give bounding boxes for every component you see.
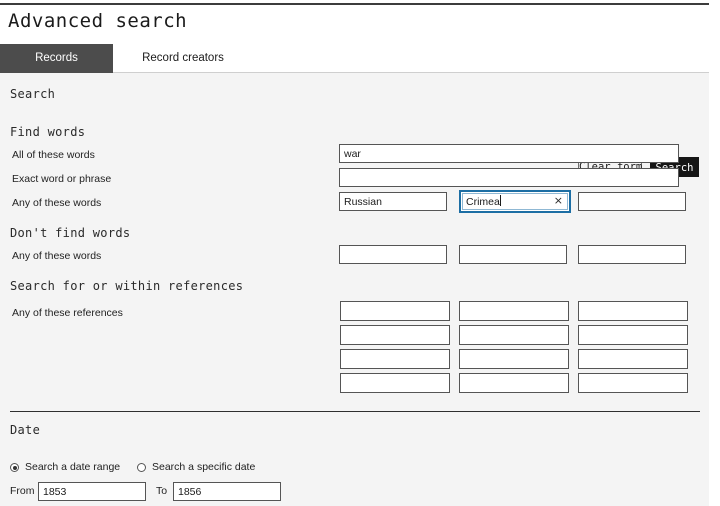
date-heading: Date — [10, 423, 41, 437]
tab-records-label: Records — [35, 52, 78, 64]
find-words-heading: Find words — [10, 125, 86, 139]
label-exact-word-or-phrase: Exact word or phrase — [12, 173, 112, 185]
label-find-any-of-these-words: Any of these words — [12, 197, 102, 209]
page-title: Advanced search — [8, 10, 188, 32]
input-exact-word-or-phrase[interactable] — [339, 168, 679, 187]
date-section-divider — [10, 411, 700, 412]
radio-selected-icon — [10, 463, 19, 472]
references-heading: Search for or within references — [10, 279, 244, 293]
radio-search-specific-date-label: Search a specific date — [152, 461, 256, 473]
from-date-input[interactable] — [38, 482, 146, 501]
input-reference-r2c3[interactable] — [578, 325, 688, 345]
label-dont-find-any-of-these-words: Any of these words — [12, 250, 102, 262]
to-label: To — [156, 485, 168, 497]
input-reference-r2c2[interactable] — [459, 325, 569, 345]
date-mode-radio-group: Search a date range Search a specific da… — [10, 461, 410, 475]
input-find-any-word-3[interactable] — [578, 192, 686, 211]
input-reference-r4c2[interactable] — [459, 373, 569, 393]
input-reference-r1c1[interactable] — [340, 301, 450, 321]
to-date-input[interactable] — [173, 482, 281, 501]
input-reference-r3c3[interactable] — [578, 349, 688, 369]
tab-record-creators[interactable]: Record creators — [113, 44, 253, 73]
input-reference-r1c2[interactable] — [459, 301, 569, 321]
input-find-any-word-2-value: Crimea — [466, 195, 501, 208]
dont-find-words-heading: Don't find words — [10, 226, 131, 240]
radio-unselected-icon — [137, 463, 146, 472]
input-reference-r3c2[interactable] — [459, 349, 569, 369]
text-caret — [499, 195, 501, 206]
from-label: From — [10, 485, 35, 497]
tab-record-creators-label: Record creators — [142, 52, 224, 64]
input-reference-r3c1[interactable] — [340, 349, 450, 369]
tab-records[interactable]: Records — [0, 44, 113, 73]
clear-input-icon[interactable]: × — [554, 194, 563, 208]
input-reference-r4c1[interactable] — [340, 373, 450, 393]
advanced-search-page: Advanced search Records Record creators … — [0, 0, 720, 506]
top-divider — [0, 3, 709, 5]
label-all-of-these-words: All of these words — [12, 149, 95, 161]
search-heading: Search — [10, 87, 56, 101]
tab-bar: Records Record creators — [0, 44, 709, 73]
search-form-panel: Search Clear form Search Find words All … — [0, 73, 709, 506]
input-reference-r2c1[interactable] — [340, 325, 450, 345]
input-find-any-word-2-text: Crimea — [466, 196, 500, 208]
label-any-of-these-references: Any of these references — [12, 307, 123, 319]
input-find-any-word-2-focus-wrapper[interactable]: Crimea × — [459, 190, 571, 213]
input-dont-find-word-1[interactable] — [339, 245, 447, 264]
input-all-of-these-words[interactable] — [339, 144, 679, 163]
input-reference-r1c3[interactable] — [578, 301, 688, 321]
input-dont-find-word-2[interactable] — [459, 245, 567, 264]
radio-search-date-range-label: Search a date range — [25, 461, 121, 473]
input-dont-find-word-3[interactable] — [578, 245, 686, 264]
input-reference-r4c3[interactable] — [578, 373, 688, 393]
input-find-any-word-1[interactable] — [339, 192, 447, 211]
